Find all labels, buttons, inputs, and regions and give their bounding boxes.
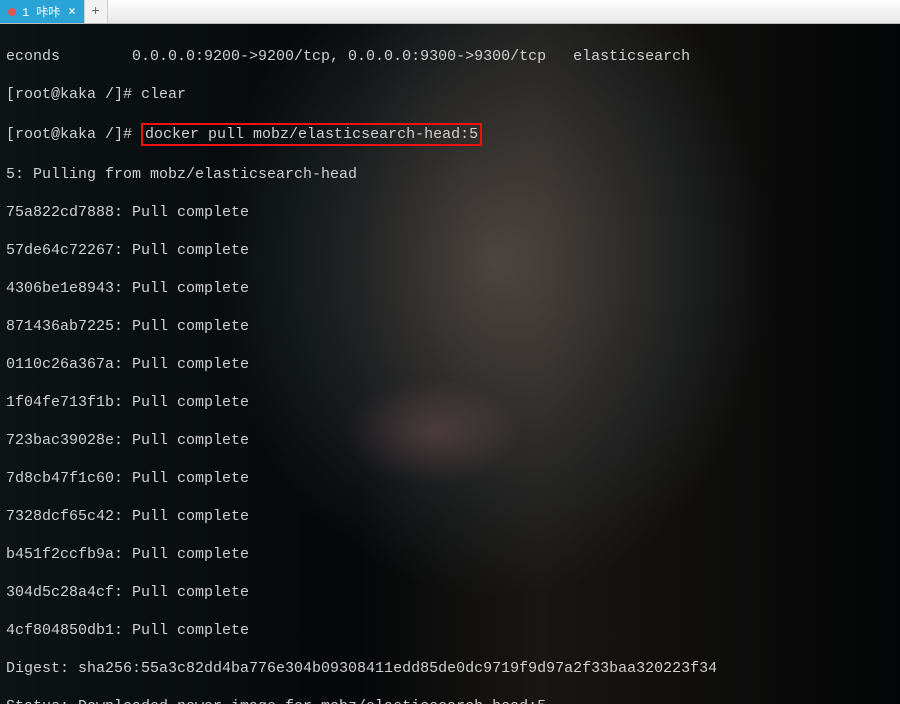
terminal-line: 57de64c72267: Pull complete bbox=[6, 241, 894, 260]
tab-close-button[interactable]: × bbox=[66, 5, 77, 19]
terminal-line: 7328dcf65c42: Pull complete bbox=[6, 507, 894, 526]
terminal-line: 0110c26a367a: Pull complete bbox=[6, 355, 894, 374]
new-tab-button[interactable]: + bbox=[84, 0, 108, 23]
tab-status-dot bbox=[8, 8, 16, 16]
terminal-line: [root@kaka /]# docker pull mobz/elastics… bbox=[6, 123, 894, 146]
terminal-line: b451f2ccfb9a: Pull complete bbox=[6, 545, 894, 564]
terminal-line: 4cf804850db1: Pull complete bbox=[6, 621, 894, 640]
terminal-line: 723bac39028e: Pull complete bbox=[6, 431, 894, 450]
shell-prompt: [root@kaka /]# bbox=[6, 86, 141, 103]
terminal-line: 75a822cd7888: Pull complete bbox=[6, 203, 894, 222]
terminal-line: 304d5c28a4cf: Pull complete bbox=[6, 583, 894, 602]
terminal-line: 7d8cb47f1c60: Pull complete bbox=[6, 469, 894, 488]
terminal-line: [root@kaka /]# clear bbox=[6, 85, 894, 104]
terminal-line: Digest: sha256:55a3c82dd4ba776e304b09308… bbox=[6, 659, 894, 678]
terminal-line: 871436ab7225: Pull complete bbox=[6, 317, 894, 336]
terminal-line: econds 0.0.0.0:9200->9200/tcp, 0.0.0.0:9… bbox=[6, 47, 894, 66]
terminal-viewport[interactable]: econds 0.0.0.0:9200->9200/tcp, 0.0.0.0:9… bbox=[0, 24, 900, 704]
terminal-line: 4306be1e8943: Pull complete bbox=[6, 279, 894, 298]
terminal-line: 1f04fe713f1b: Pull complete bbox=[6, 393, 894, 412]
terminal-tab[interactable]: 1 咔咔 × bbox=[0, 0, 84, 23]
shell-prompt: [root@kaka /]# bbox=[6, 126, 141, 143]
terminal-line: 5: Pulling from mobz/elasticsearch-head bbox=[6, 165, 894, 184]
shell-command: clear bbox=[141, 86, 186, 103]
titlebar: 1 咔咔 × + bbox=[0, 0, 900, 24]
tab-title: 1 咔咔 bbox=[22, 3, 60, 20]
highlighted-command: docker pull mobz/elasticsearch-head:5 bbox=[141, 123, 482, 146]
terminal-line: Status: Downloaded newer image for mobz/… bbox=[6, 697, 894, 704]
